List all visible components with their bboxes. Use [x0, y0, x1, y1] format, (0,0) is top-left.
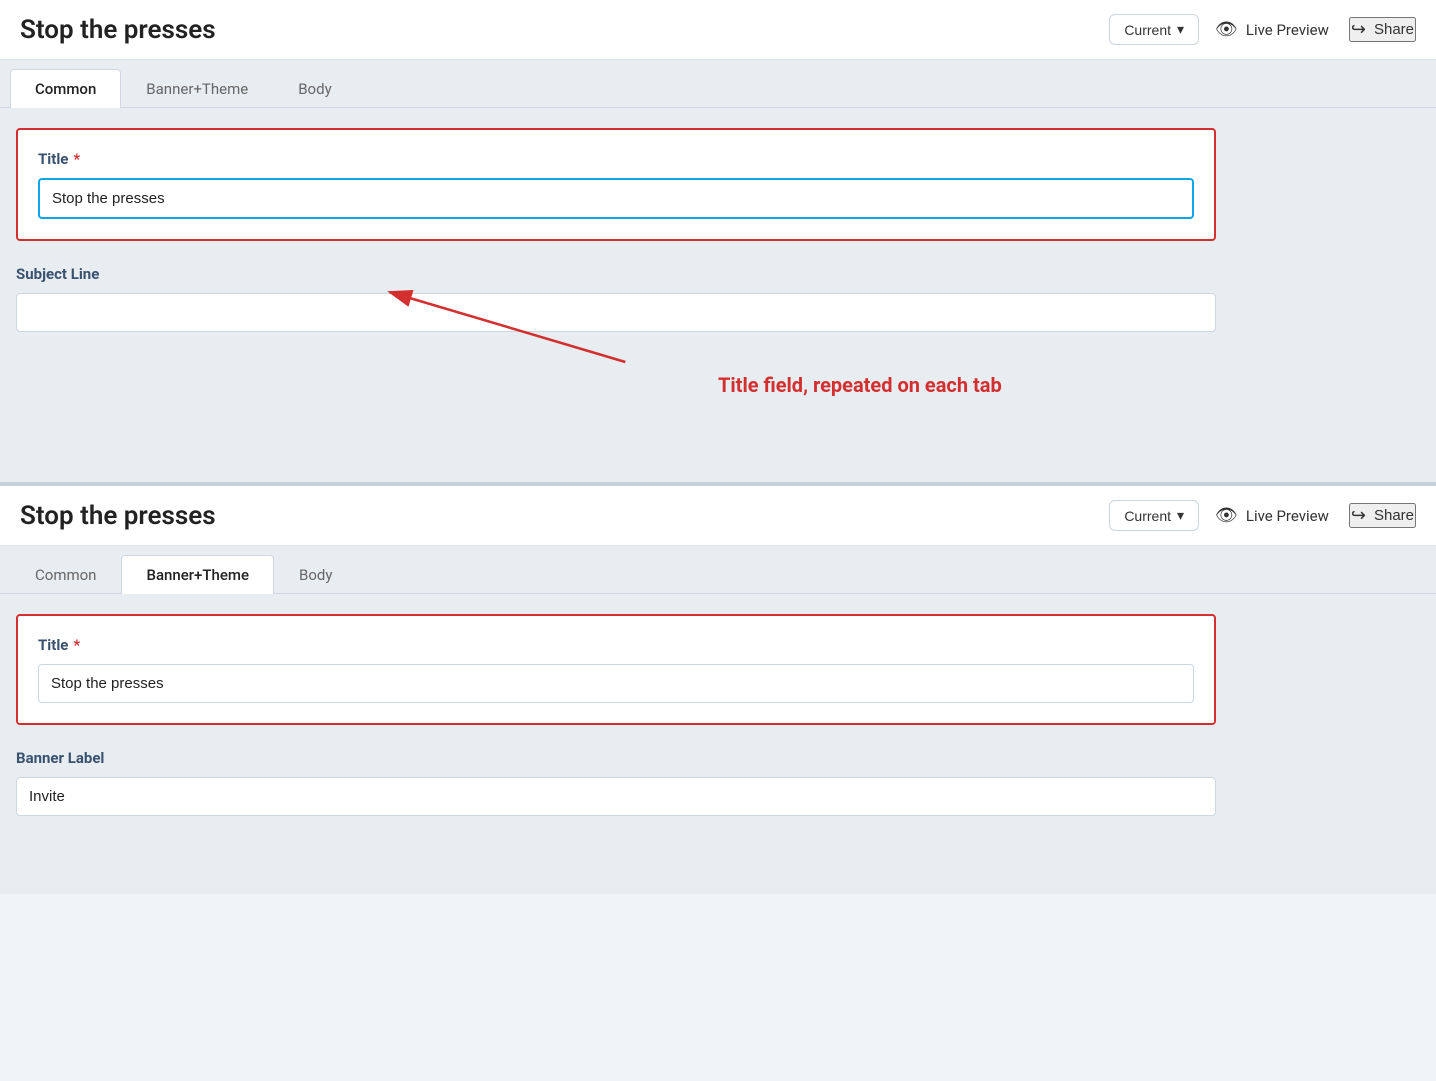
- chevron-down-icon-2: ▾: [1177, 507, 1184, 524]
- annotation-container-1: Title field, repeated on each tab: [718, 372, 1002, 398]
- live-preview-btn-2[interactable]: 👁 Live Preview: [1215, 505, 1329, 526]
- share-btn-1[interactable]: ↪ Share: [1349, 17, 1416, 42]
- title-form-card-2: Title *: [16, 614, 1216, 725]
- annotation-arrow-1: [16, 232, 999, 432]
- annotation-text-1: Title field, repeated on each tab: [718, 373, 1002, 397]
- version-label-1: Current: [1124, 22, 1171, 38]
- share-icon-2: ↪: [1351, 505, 1366, 526]
- banner-input-2[interactable]: [16, 777, 1216, 816]
- header-1: Stop the presses Current ▾ 👁 Live Previe…: [0, 0, 1436, 60]
- tab-banner-theme-2[interactable]: Banner+Theme: [121, 555, 274, 594]
- header-actions-1: 👁 Live Preview ↪ Share: [1215, 17, 1416, 42]
- banner-section-2: Banner Label: [16, 749, 1216, 816]
- share-label-1: Share: [1374, 21, 1414, 38]
- title-field-label-1: Title *: [38, 150, 1194, 168]
- banner-label-2: Banner Label: [16, 749, 1216, 767]
- title-form-card-1: Title *: [16, 128, 1216, 241]
- share-icon-1: ↪: [1351, 19, 1366, 40]
- header-2: Stop the presses Current ▾ 👁 Live Previe…: [0, 486, 1436, 546]
- eye-icon-1: 👁: [1215, 19, 1238, 40]
- panel-2: Stop the presses Current ▾ 👁 Live Previe…: [0, 482, 1436, 894]
- share-btn-2[interactable]: ↪ Share: [1349, 503, 1416, 528]
- tab-common-1[interactable]: Common: [10, 69, 121, 108]
- version-dropdown-2[interactable]: Current ▾: [1109, 500, 1199, 531]
- tabs-1: Common Banner+Theme Body: [0, 60, 1436, 108]
- page-title-1: Stop the presses: [20, 15, 1093, 45]
- title-field-label-2: Title *: [38, 636, 1194, 654]
- title-required-star-2: *: [73, 636, 80, 654]
- tabs-2: Common Banner+Theme Body: [0, 546, 1436, 594]
- panel-1: Stop the presses Current ▾ 👁 Live Previe…: [0, 0, 1436, 482]
- header-actions-2: 👁 Live Preview ↪ Share: [1215, 503, 1416, 528]
- tab-body-2[interactable]: Body: [274, 555, 357, 594]
- page-title-2: Stop the presses: [20, 501, 1093, 531]
- content-area-1: Title * Subject Line Title field, r: [0, 108, 1436, 482]
- annotation-area: Title field, repeated on each tab: [16, 342, 1420, 462]
- tab-banner-theme-1[interactable]: Banner+Theme: [121, 69, 273, 108]
- version-dropdown-1[interactable]: Current ▾: [1109, 14, 1199, 45]
- chevron-down-icon-1: ▾: [1177, 21, 1184, 38]
- version-label-2: Current: [1124, 508, 1171, 524]
- live-preview-btn-1[interactable]: 👁 Live Preview: [1215, 19, 1329, 40]
- eye-icon-2: 👁: [1215, 505, 1238, 526]
- tab-common-2[interactable]: Common: [10, 555, 121, 594]
- share-label-2: Share: [1374, 507, 1414, 524]
- live-preview-label-1: Live Preview: [1246, 21, 1329, 39]
- title-input-1[interactable]: [38, 178, 1194, 219]
- content-area-2: Title * Banner Label: [0, 594, 1436, 894]
- tab-body-1[interactable]: Body: [273, 69, 356, 108]
- title-input-2[interactable]: [38, 664, 1194, 703]
- title-required-star-1: *: [73, 150, 80, 168]
- live-preview-label-2: Live Preview: [1246, 507, 1329, 525]
